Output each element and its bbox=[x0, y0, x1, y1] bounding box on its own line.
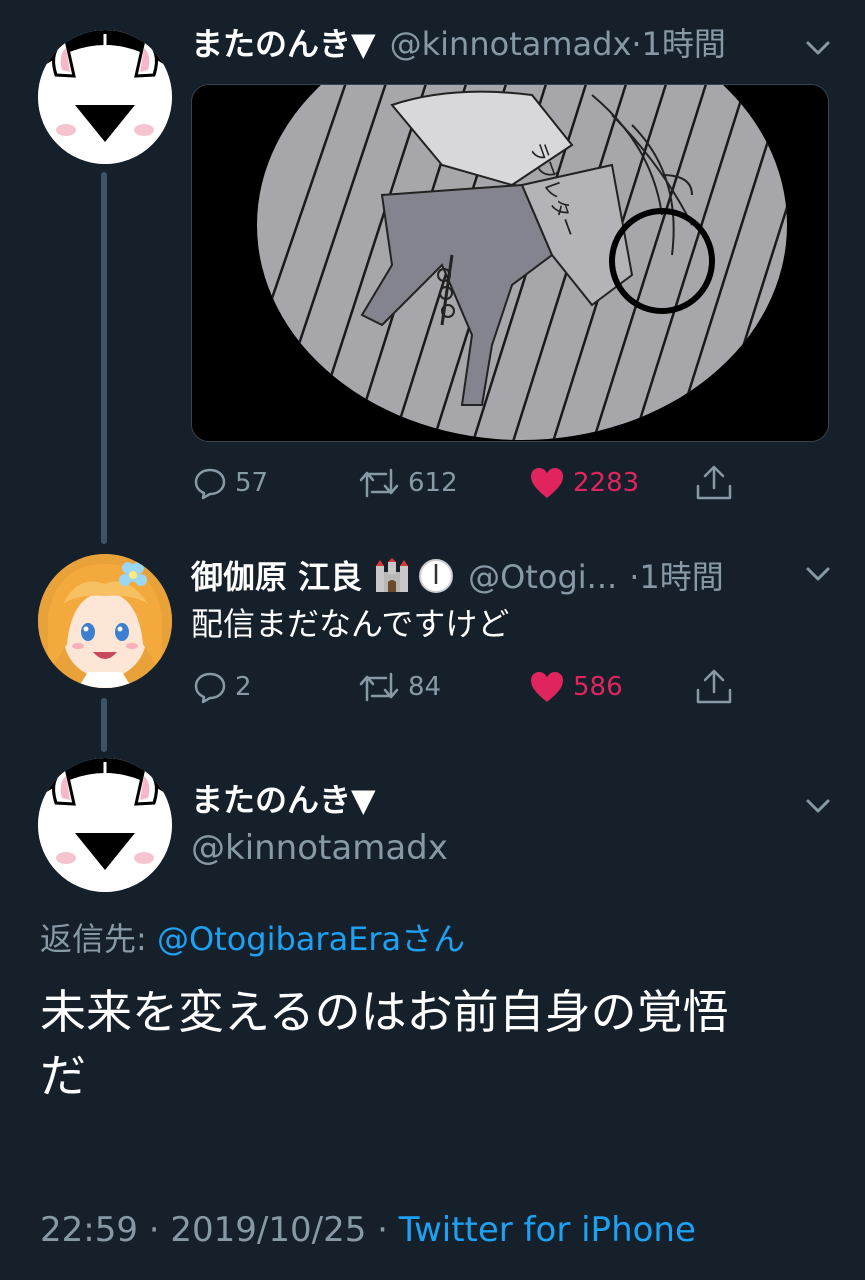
tweet-text: 配信まだなんですけど bbox=[191, 605, 510, 643]
reply-to-label: 返信先: bbox=[40, 920, 147, 958]
tweet-timestamp: 22:59 · 2019/10/25 · bbox=[40, 1210, 399, 1250]
timestamp[interactable]: 1時間 bbox=[639, 557, 723, 597]
share-icon bbox=[696, 669, 732, 704]
focused-display-name-row: またのんき▼ bbox=[191, 780, 376, 820]
manga-illustration: ラブレター bbox=[192, 85, 828, 441]
retweet-button[interactable]: 84 bbox=[358, 670, 441, 704]
heart-icon bbox=[531, 468, 563, 498]
reply-count: 57 bbox=[235, 468, 269, 498]
avatar[interactable] bbox=[38, 30, 172, 164]
clock-icon bbox=[418, 558, 454, 594]
castle-icon bbox=[374, 558, 410, 594]
avatar[interactable] bbox=[38, 758, 172, 892]
like-button[interactable]: 586 bbox=[529, 670, 623, 704]
chevron-down-icon[interactable] bbox=[804, 560, 832, 588]
tweet-meta: 22:59 · 2019/10/25 · Twitter for iPhone bbox=[40, 1210, 696, 1250]
focused-handle-row: @kinnotamadx bbox=[191, 828, 448, 868]
share-button[interactable] bbox=[694, 668, 742, 706]
time-separator: · bbox=[629, 558, 640, 596]
share-icon bbox=[696, 465, 732, 500]
reply-button[interactable]: 2 bbox=[193, 670, 252, 704]
retweet-icon bbox=[359, 468, 399, 498]
like-count: 586 bbox=[573, 672, 623, 702]
avatar[interactable] bbox=[38, 554, 172, 688]
handle[interactable]: @Otogi... bbox=[468, 557, 617, 597]
retweet-count: 612 bbox=[408, 468, 458, 498]
reply-icon bbox=[194, 672, 226, 704]
tweet-text-line: だ bbox=[40, 1049, 86, 1103]
timestamp[interactable]: 1時間 bbox=[642, 24, 726, 64]
avatar-image bbox=[38, 758, 172, 892]
avatar-image bbox=[38, 554, 172, 688]
handle[interactable]: @kinnotamadx bbox=[390, 24, 632, 64]
reply-context: 返信先: @OtogibaraEraさん bbox=[40, 914, 465, 960]
heart-icon bbox=[531, 672, 563, 702]
retweet-icon bbox=[359, 672, 399, 702]
time-separator: · bbox=[631, 25, 642, 63]
tweet-header: またのんき▼ @kinnotamadx · 1時間 bbox=[191, 24, 726, 64]
reply-icon bbox=[194, 468, 226, 500]
thread-connector bbox=[101, 698, 107, 752]
chevron-down-icon[interactable] bbox=[804, 792, 832, 820]
display-name[interactable]: またのんき▼ bbox=[191, 24, 376, 64]
reply-button[interactable]: 57 bbox=[193, 466, 268, 500]
like-button[interactable]: 2283 bbox=[529, 466, 639, 500]
tweet-text-line: 未来を変えるのはお前自身の覚悟 bbox=[40, 985, 729, 1039]
source-link[interactable]: Twitter for iPhone bbox=[399, 1210, 696, 1250]
display-name[interactable]: 御伽原 江良 bbox=[191, 557, 362, 597]
tweet-header: 御伽原 江良 @Otogi... · 1時間 bbox=[191, 552, 724, 597]
chevron-down-icon[interactable] bbox=[804, 34, 832, 62]
reply-to-link[interactable]: @OtogibaraEraさん bbox=[157, 920, 465, 958]
tweet-image[interactable]: ラブレター bbox=[191, 84, 829, 442]
avatar-image bbox=[38, 30, 172, 164]
handle[interactable]: @kinnotamadx bbox=[191, 828, 448, 868]
display-name[interactable]: またのんき▼ bbox=[191, 780, 376, 820]
focused-tweet-text: 未来を変えるのはお前自身の覚悟 だ bbox=[40, 980, 830, 1108]
thread-connector bbox=[101, 172, 107, 544]
retweet-count: 84 bbox=[408, 672, 442, 702]
like-count: 2283 bbox=[573, 468, 640, 498]
retweet-button[interactable]: 612 bbox=[358, 466, 458, 500]
share-button[interactable] bbox=[694, 464, 742, 502]
reply-count: 2 bbox=[235, 672, 252, 702]
